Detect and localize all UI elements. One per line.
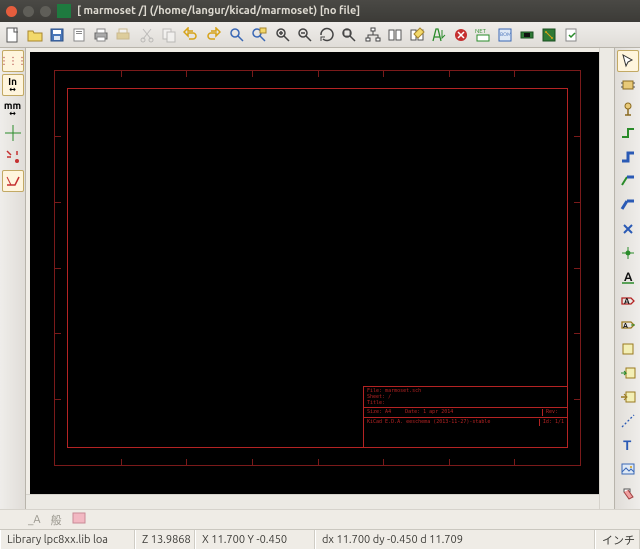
svg-text:A: A: [624, 297, 630, 306]
window-maximize-button[interactable]: [40, 6, 51, 17]
copy-button[interactable]: [158, 24, 179, 45]
cut-button[interactable]: [136, 24, 157, 45]
status-units: インチ: [595, 530, 640, 549]
schematic-canvas[interactable]: File: marmoset.sch Sheet: / Title: Size:…: [30, 52, 599, 494]
pcbnew-button[interactable]: [538, 24, 559, 45]
place-power-button[interactable]: [617, 98, 639, 120]
library-browser-button[interactable]: [384, 24, 405, 45]
bom-button[interactable]: BOM: [494, 24, 515, 45]
zoom-out-button[interactable]: [294, 24, 315, 45]
find-button[interactable]: [226, 24, 247, 45]
place-bus-button[interactable]: [617, 146, 639, 168]
window-minimize-button[interactable]: [23, 6, 34, 17]
titleblock-kicad: KiCad E.D.A. eeschema (2013-11-27)-stabl…: [367, 419, 490, 426]
zoom-fit-button[interactable]: [338, 24, 359, 45]
place-netlabel-button[interactable]: A: [617, 266, 639, 288]
find-replace-button[interactable]: [248, 24, 269, 45]
zoom-in-button[interactable]: [272, 24, 293, 45]
hidden-pins-button[interactable]: [2, 146, 24, 168]
open-button[interactable]: [24, 24, 45, 45]
window-close-button[interactable]: [6, 6, 17, 17]
place-wire2bus-button[interactable]: [617, 170, 639, 192]
place-bus2bus-button[interactable]: [617, 194, 639, 216]
redo-button[interactable]: [202, 24, 223, 45]
ime-tools-icon[interactable]: [72, 512, 86, 527]
place-image-button[interactable]: [617, 458, 639, 480]
canvas-container: File: marmoset.sch Sheet: / Title: Size:…: [26, 48, 599, 509]
erc-button[interactable]: [450, 24, 471, 45]
ime-bar: _A 般: [0, 509, 640, 529]
grid-toggle[interactable]: ⋮⋮⋮: [2, 50, 24, 72]
status-zoom: Z 13.9868: [135, 530, 195, 549]
left-toolbar: ⋮⋮⋮ In↔ mm↔: [0, 48, 26, 509]
backannotate-button[interactable]: [560, 24, 581, 45]
title-block: File: marmoset.sch Sheet: / Title: Size:…: [363, 386, 568, 448]
plot-button[interactable]: [112, 24, 133, 45]
place-component-button[interactable]: [617, 74, 639, 96]
right-toolbar: A A A T: [614, 48, 640, 509]
vertical-scrollbar[interactable]: [599, 48, 614, 509]
app-icon: [57, 4, 71, 18]
top-toolbar: NET BOM: [0, 22, 640, 48]
horizontal-scrollbar[interactable]: [26, 494, 599, 509]
svg-text:A: A: [623, 322, 628, 330]
units-mm-button[interactable]: mm↔: [2, 98, 24, 120]
place-noconnect-button[interactable]: [617, 218, 639, 240]
place-junction-button[interactable]: [617, 242, 639, 264]
titleblock-id: Id: 1/1: [539, 419, 564, 426]
save-button[interactable]: [46, 24, 67, 45]
units-inches-button[interactable]: In↔: [2, 74, 24, 96]
zoom-redraw-button[interactable]: [316, 24, 337, 45]
status-library: Library lpc8xx.lib loa: [0, 530, 135, 549]
title-bar: [ marmoset /] (/home/langur/kicad/marmos…: [0, 0, 640, 22]
place-sheetpin-button[interactable]: [617, 386, 639, 408]
bus-direction-button[interactable]: [2, 170, 24, 192]
svg-text:BOM: BOM: [500, 31, 511, 37]
library-editor-button[interactable]: [406, 24, 427, 45]
svg-text:T: T: [623, 437, 632, 453]
window-title: [ marmoset /] (/home/langur/kicad/marmos…: [77, 5, 360, 17]
ime-input-mode[interactable]: _A: [28, 514, 41, 526]
delete-button[interactable]: [617, 482, 639, 504]
place-line-button[interactable]: [617, 410, 639, 432]
status-bar: Library lpc8xx.lib loa Z 13.9868 X 11.70…: [0, 529, 640, 549]
ime-kana-mode[interactable]: 般: [51, 512, 62, 528]
titleblock-title: Title:: [367, 400, 564, 406]
select-tool[interactable]: [617, 50, 639, 72]
place-wire-button[interactable]: [617, 122, 639, 144]
svg-text:NET: NET: [475, 28, 487, 35]
import-sheetpin-button[interactable]: [617, 362, 639, 384]
hierarchy-button[interactable]: [362, 24, 383, 45]
page-settings-button[interactable]: [68, 24, 89, 45]
place-sheet-button[interactable]: [617, 338, 639, 360]
titleblock-date: Date: 1 apr 2014: [391, 409, 542, 416]
netlist-button[interactable]: NET: [472, 24, 493, 45]
svg-text:A: A: [624, 271, 633, 284]
cursor-shape-button[interactable]: [2, 122, 24, 144]
new-button[interactable]: [2, 24, 23, 45]
titleblock-rev: Rev:: [542, 409, 564, 416]
undo-button[interactable]: [180, 24, 201, 45]
window-controls: [6, 6, 51, 17]
place-hierlabel-button[interactable]: A: [617, 314, 639, 336]
cvpcb-button[interactable]: [516, 24, 537, 45]
main-area: ⋮⋮⋮ In↔ mm↔ File: marmoset.sch Sh: [0, 48, 640, 509]
status-dxy: dx 11.700 dy -0.450 d 11.709: [315, 530, 595, 549]
status-xy: X 11.700 Y -0.450: [195, 530, 315, 549]
titleblock-size: Size: A4: [367, 409, 391, 416]
place-text-button[interactable]: T: [617, 434, 639, 456]
place-globallabel-button[interactable]: A: [617, 290, 639, 312]
annotate-button[interactable]: [428, 24, 449, 45]
print-button[interactable]: [90, 24, 111, 45]
